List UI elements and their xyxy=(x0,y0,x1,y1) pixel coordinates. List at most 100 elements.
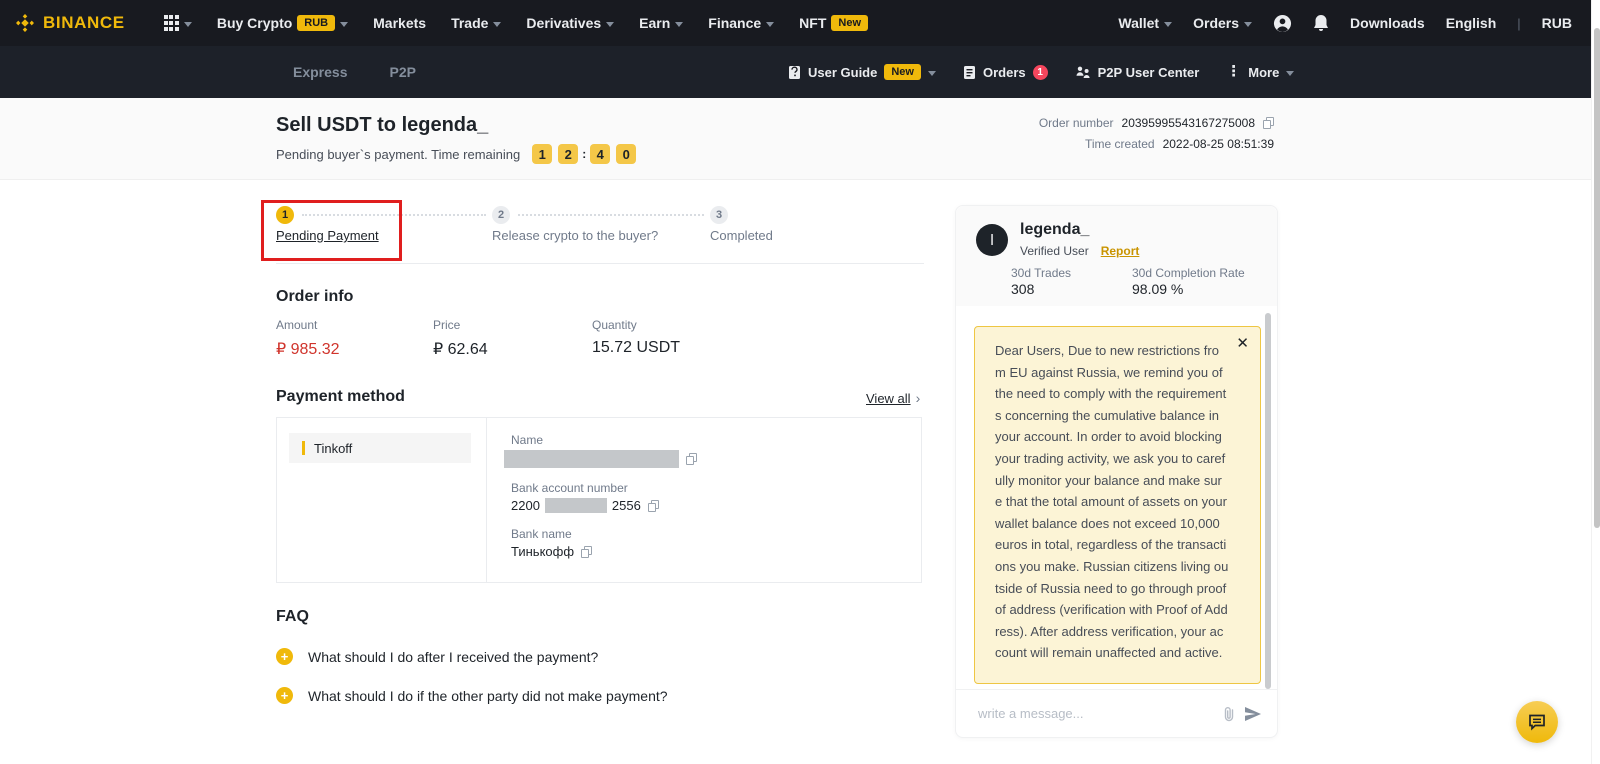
counterparty-username[interactable]: legenda_ xyxy=(1020,221,1089,239)
user-guide-menu[interactable]: User Guide New xyxy=(788,64,936,80)
step-3-circle: 3 xyxy=(710,206,728,224)
copy-icon[interactable] xyxy=(1263,117,1274,129)
notice-text: Dear Users, Due to new restrictions from… xyxy=(995,340,1229,664)
faq-item[interactable]: + What should I do if the other party di… xyxy=(276,687,668,704)
view-all-label: View all xyxy=(866,391,911,406)
faq-question: What should I do after I received the pa… xyxy=(308,649,598,665)
timer-digit: 4 xyxy=(590,144,610,164)
bank-name-label: Bank name xyxy=(511,527,572,541)
nav-earn[interactable]: Earn xyxy=(639,15,683,31)
profile-button[interactable] xyxy=(1273,14,1292,33)
card-divider xyxy=(486,418,487,582)
status-text: Pending buyer`s payment. Time remaining xyxy=(276,147,520,162)
avatar[interactable]: l xyxy=(976,224,1008,256)
apps-menu[interactable] xyxy=(164,15,192,30)
close-icon[interactable]: ✕ xyxy=(1236,336,1249,352)
nav-markets[interactable]: Markets xyxy=(373,15,426,31)
payment-method-title: Payment method xyxy=(276,388,405,406)
more-menu[interactable]: ⋮ More xyxy=(1226,65,1294,80)
brand-text: BINANCE xyxy=(43,13,125,33)
timer-digit: 2 xyxy=(558,144,578,164)
nav-buy-crypto[interactable]: Buy Crypto RUB xyxy=(217,15,348,31)
attachment-icon[interactable] xyxy=(1223,706,1235,722)
plus-icon[interactable]: + xyxy=(276,648,293,665)
nav-label: NFT xyxy=(799,15,826,31)
nav-divider: | xyxy=(1517,16,1520,31)
chevron-down-icon xyxy=(766,22,774,27)
nav-label: RUB xyxy=(1542,15,1572,31)
page-scrollbar-thumb[interactable] xyxy=(1594,28,1600,528)
name-label: Name xyxy=(511,433,543,447)
new-badge: New xyxy=(884,64,921,80)
binance-diamond-icon xyxy=(14,12,36,34)
order-number-value: 20395995543167275008 xyxy=(1122,116,1255,130)
orders-menu[interactable]: Orders 1 xyxy=(963,65,1048,80)
nav-derivatives[interactable]: Derivatives xyxy=(526,15,614,31)
orders-label: Orders xyxy=(983,65,1026,80)
account-suffix: 2556 xyxy=(612,498,641,513)
nav-orders[interactable]: Orders xyxy=(1193,15,1252,31)
step-2-circle: 2 xyxy=(492,206,510,224)
binance-logo[interactable]: BINANCE xyxy=(14,12,125,34)
nav-language[interactable]: English xyxy=(1446,15,1497,31)
counterparty-card: l legenda_ Verified User Report 30d Trad… xyxy=(956,206,1277,306)
trades-label: 30d Trades xyxy=(1011,266,1071,280)
page-title: Sell USDT to legenda_ xyxy=(276,114,488,137)
chat-message-input[interactable] xyxy=(976,705,1213,722)
users-icon xyxy=(1075,65,1091,79)
redacted-name xyxy=(504,450,679,468)
chat-input-row xyxy=(956,689,1277,737)
order-info-title: Order info xyxy=(276,288,353,306)
order-meta: Order number 20395995543167275008 Time c… xyxy=(1039,116,1274,151)
document-icon xyxy=(963,65,976,80)
account-label: Bank account number xyxy=(511,481,628,495)
timer-digit: 1 xyxy=(532,144,552,164)
completion-rate-label: 30d Completion Rate xyxy=(1132,266,1245,280)
bank-name-value: Тинькофф xyxy=(511,544,592,559)
quantity-value: 15.72 USDT xyxy=(592,339,680,357)
send-icon[interactable] xyxy=(1245,707,1261,721)
chevron-right-icon: › xyxy=(916,390,921,406)
nav-label: Trade xyxy=(451,15,488,31)
chevron-down-icon xyxy=(184,22,192,27)
chevron-down-icon xyxy=(606,22,614,27)
nav-label: Downloads xyxy=(1350,15,1425,31)
notifications-button[interactable] xyxy=(1313,14,1329,32)
quantity-label: Quantity xyxy=(592,318,637,332)
copy-icon[interactable] xyxy=(581,546,592,558)
account-prefix: 2200 xyxy=(511,498,540,513)
payment-method-tab-tinkoff[interactable]: Tinkoff xyxy=(289,433,471,463)
view-all-link[interactable]: View all › xyxy=(866,390,920,406)
plus-icon[interactable]: + xyxy=(276,687,293,704)
highlight-annotation-box xyxy=(261,200,402,261)
nav-label: Wallet xyxy=(1118,15,1159,31)
nav-nft[interactable]: NFT New xyxy=(799,15,868,31)
copy-icon[interactable] xyxy=(686,453,697,465)
order-header: Sell USDT to legenda_ Pending buyer`s pa… xyxy=(0,98,1600,180)
faq-item[interactable]: + What should I do after I received the … xyxy=(276,648,598,665)
chat-scrollbar[interactable] xyxy=(1265,313,1271,689)
copy-icon[interactable] xyxy=(648,500,659,512)
nav-wallet[interactable]: Wallet xyxy=(1118,15,1172,31)
amount-label: Amount xyxy=(276,318,317,332)
chevron-down-icon xyxy=(1164,22,1172,27)
tab-express[interactable]: Express xyxy=(293,64,347,80)
vertical-dots-icon: ⋮ xyxy=(1226,67,1241,77)
nav-downloads[interactable]: Downloads xyxy=(1350,15,1425,31)
rub-badge: RUB xyxy=(297,15,335,31)
order-status-row: Pending buyer`s payment. Time remaining … xyxy=(276,144,636,164)
time-created-label: Time created xyxy=(1085,137,1155,151)
step-2-label: Release crypto to the buyer? xyxy=(492,228,658,243)
redacted-account xyxy=(545,498,607,513)
tab-p2p[interactable]: P2P xyxy=(389,64,415,80)
p2p-user-center-link[interactable]: P2P User Center xyxy=(1075,65,1200,80)
bank-name-text: Тинькофф xyxy=(511,544,574,559)
chevron-down-icon xyxy=(1244,22,1252,27)
nav-finance[interactable]: Finance xyxy=(708,15,774,31)
support-chat-button[interactable] xyxy=(1516,701,1558,743)
nav-trade[interactable]: Trade xyxy=(451,15,501,31)
guide-book-icon xyxy=(788,65,801,80)
nav-currency[interactable]: RUB xyxy=(1542,15,1572,31)
account-value: 2200 2556 xyxy=(511,498,659,513)
report-link[interactable]: Report xyxy=(1101,244,1140,258)
